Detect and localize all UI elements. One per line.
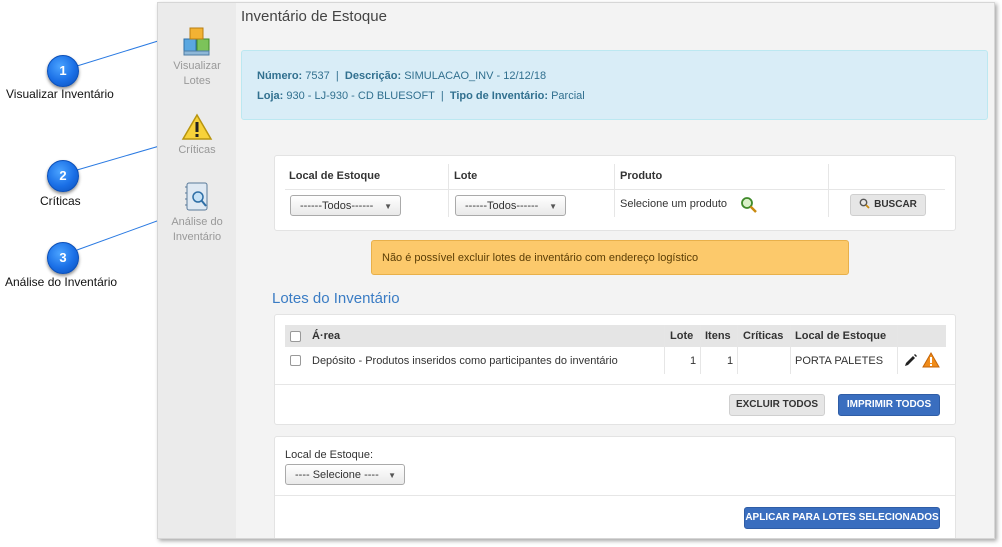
buscar-button-label: BUSCAR [874,199,917,210]
callout-2-label: Críticas [40,194,81,208]
notebook-magnifier-icon [185,182,208,211]
tipo-label: Tipo de Inventário: [449,90,549,102]
table-bottom-divider [275,384,955,385]
filter-column-divider [614,164,615,217]
page-title: Inventário de Estoque [241,8,387,25]
column-header-criticas: Críticas [743,330,784,342]
warning-triangle-icon [181,113,213,140]
local-estoque-select[interactable]: ------Todos------ ▼ [290,195,401,216]
chevron-down-icon: ▼ [549,202,557,211]
lote-select-value: ------Todos------ [465,200,539,212]
row-area: Depósito - Produtos inseridos como parti… [312,355,618,367]
buscar-button[interactable]: BUSCAR [850,194,926,216]
descricao-label: Descrição: [344,70,402,82]
aplicar-lotes-selecionados-button[interactable]: APLICAR PARA LOTES SELECIONADOS [744,507,940,529]
warning-alert: Não é possível excluir lotes de inventár… [371,240,849,275]
local-estoque-select-value: ------Todos------ [300,200,374,212]
numero-value: 7537 [305,70,330,82]
row-local-estoque: PORTA PALETES [795,355,884,367]
info-separator: | [440,90,444,102]
filter-header-divider [285,189,945,190]
bulk-local-estoque-select[interactable]: ---- Selecione ---- ▼ [285,464,405,485]
column-header-itens: Itens [705,330,731,342]
bulk-local-estoque-label: Local de Estoque: [285,449,374,461]
app-window: Visualizar Lotes Críticas Análise do Inv… [157,2,995,539]
imprimir-todos-button[interactable]: IMPRIMIR TODOS [838,394,940,416]
sidebar-item-label: Análise do [171,216,223,228]
sidebar-item-label: Inventário [172,231,222,243]
filter-panel: Local de Estoque Lote Produto ------Todo… [274,155,956,231]
info-separator: | [335,70,339,82]
row-itens: 1 [727,355,734,367]
search-product-icon[interactable] [740,196,758,214]
local-estoque-filter-label: Local de Estoque [289,170,381,182]
descricao-value: SIMULACAO_INV - 12/12/18 [404,70,547,82]
row-checkbox[interactable] [290,355,301,366]
produto-filter-label: Produto [620,170,663,182]
callout-2-badge: 2 [47,160,79,192]
loja-value: 930 - LJ-930 - CD BLUESOFT [286,90,435,102]
edit-pencil-icon[interactable] [904,353,918,367]
chevron-down-icon: ▼ [384,202,392,211]
sidebar-item-visualizar-lotes[interactable]: Visualizar Lotes [158,25,236,89]
sidebar-item-label: Lotes [183,75,211,87]
sidebar-item-label: Críticas [178,144,216,156]
produto-placeholder: Selecione um produto [620,198,728,210]
select-all-checkbox[interactable] [290,331,301,342]
bulk-panel-divider [275,495,955,496]
callout-3-badge: 3 [47,242,79,274]
bulk-apply-panel: Local de Estoque: ---- Selecione ---- ▼ … [274,436,956,538]
callout-1-label: Visualizar Inventário [6,87,114,101]
tipo-value: Parcial [551,90,585,102]
main-content: Inventário de Estoque Número: 7537 | Des… [236,3,994,538]
chevron-down-icon: ▼ [388,471,396,480]
bulk-local-estoque-select-value: ---- Selecione ---- [295,469,379,481]
lote-filter-label: Lote [454,170,478,182]
loja-label: Loja: [257,90,284,102]
info-line-1: Número: 7537 | Descrição: SIMULACAO_INV … [257,70,546,82]
sidebar-item-analise-inventario[interactable]: Análise do Inventário [158,181,236,245]
lote-select[interactable]: ------Todos------ ▼ [455,195,566,216]
sidebar-item-label: Visualizar [173,60,221,72]
sidebar: Visualizar Lotes Críticas Análise do Inv… [158,3,236,538]
excluir-todos-button[interactable]: EXCLUIR TODOS [729,394,825,416]
callout-1-badge: 1 [47,55,79,87]
filter-column-divider [828,164,829,217]
row-lote: 1 [690,355,697,367]
lotes-panel: Á·rea Lote Itens Críticas Local de Estoq… [274,314,956,425]
numero-label: Número: [257,70,303,82]
warning-triangle-icon[interactable] [922,352,940,368]
inventory-info-box: Número: 7537 | Descrição: SIMULACAO_INV … [241,50,988,120]
boxes-icon [183,27,210,56]
sidebar-item-criticas[interactable]: Críticas [158,113,236,158]
column-header-lote: Lote [670,330,694,342]
search-icon [859,198,870,209]
info-line-2: Loja: 930 - LJ-930 - CD BLUESOFT | Tipo … [257,90,585,102]
lotes-section-title: Lotes do Inventário [272,290,400,307]
column-header-local-estoque: Local de Estoque [795,330,887,342]
column-header-area: Á·rea [312,330,341,342]
callout-3-label: Análise do Inventário [5,275,118,289]
filter-column-divider [448,164,449,217]
table-row[interactable]: Depósito - Produtos inseridos como parti… [285,347,946,374]
